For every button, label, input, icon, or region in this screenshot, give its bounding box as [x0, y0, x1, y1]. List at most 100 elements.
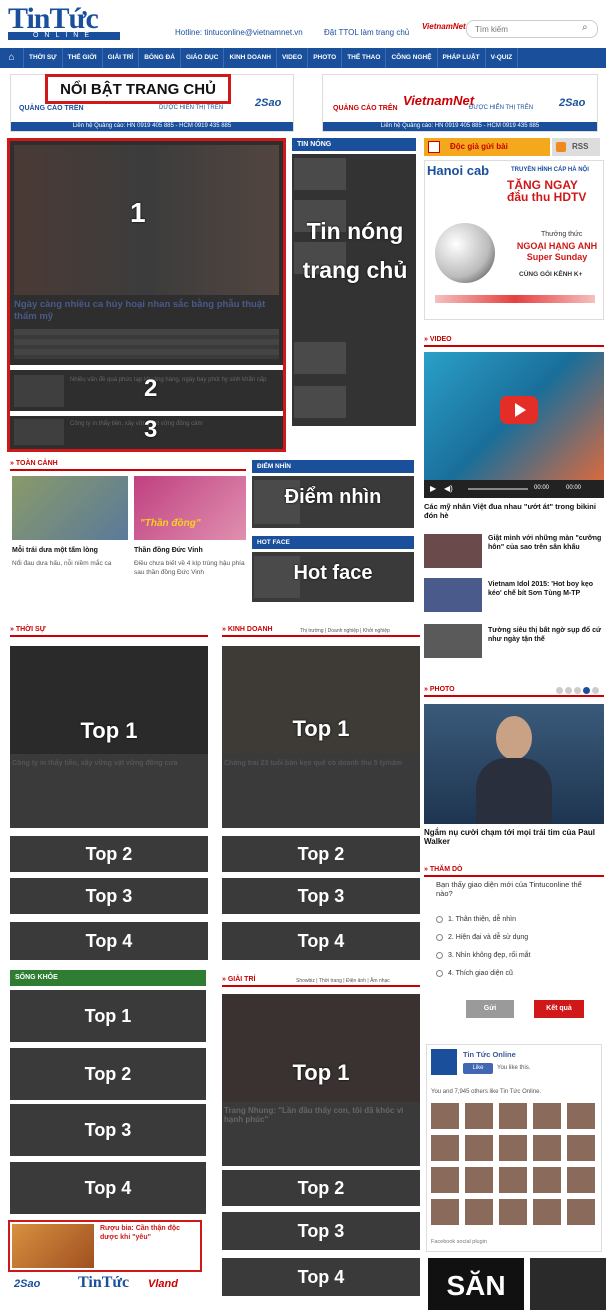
giaitri-top2[interactable]: Top 2 [222, 1170, 420, 1206]
fb-page-name[interactable]: Tin Tức Online [463, 1050, 516, 1059]
nav-item[interactable]: PHOTO [308, 48, 343, 68]
sub-headline-2[interactable]: Nhiều vấn đề quá phức tạp khoảng hàng, n… [70, 377, 280, 383]
related-thumb[interactable] [424, 624, 482, 658]
highlight-headline[interactable]: Ngày càng nhiều ca hủy hoại nhan sắc bằn… [14, 299, 279, 323]
radio-icon[interactable] [436, 969, 443, 977]
nav-item[interactable]: CÔNG NGHỆ [386, 48, 438, 68]
video-header[interactable]: » VIDEO [424, 336, 604, 347]
kinhdoanh-top4[interactable]: Top 4 [222, 922, 420, 960]
nav-item[interactable]: THẾ GIỚI [63, 48, 103, 68]
progress-bar[interactable] [468, 488, 528, 490]
photo-caption[interactable]: Ngắm nụ cười chạm tới mọi trái tim của P… [424, 828, 604, 846]
cab-advert[interactable]: Hanoi cab TRUYỀN HÌNH CÁP HÀ NỘI TẶNG NG… [424, 160, 604, 320]
related-link[interactable]: Giật mình với những màn "cưỡng hôn" của … [488, 534, 604, 552]
main-nav: ⌂ THỜI SỰ THẾ GIỚI GIẢI TRÍ BÓNG ĐÁ GIÁO… [0, 48, 606, 68]
poll-option[interactable]: 1. Thân thiện, dễ nhìn [436, 910, 598, 928]
photo-pager[interactable] [556, 687, 606, 695]
thoisu-top4[interactable]: Top 4 [10, 922, 208, 960]
nav-item[interactable]: VIDEO [277, 48, 309, 68]
thumb-2[interactable] [14, 375, 64, 407]
panorama-sub-1[interactable]: Nổi đau dưa hấu, nỗi niềm mắc ca [12, 559, 128, 568]
panorama-caption-1[interactable]: Mỗi trái dưa một tấm lòng [12, 546, 128, 555]
panorama-header-label: TOÀN CẢNH [15, 460, 58, 467]
hotline-text[interactable]: Hotline: tintuconline@vietnamnet.vn [175, 28, 303, 37]
nav-item[interactable]: V-QUIZ [486, 48, 519, 68]
nav-item[interactable]: THỂ THAO [342, 48, 387, 68]
video-caption[interactable]: Các mỹ nhân Việt đua nhau "ướt át" trong… [424, 502, 604, 520]
set-homepage-link[interactable]: Đặt TTOL làm trang chủ [324, 28, 409, 37]
nav-item[interactable]: KINH DOANH [224, 48, 277, 68]
hot-news-header[interactable]: TIN NÓNG [292, 138, 416, 151]
nav-item[interactable]: THỜI SỰ [24, 48, 63, 68]
panorama-caption-2[interactable]: Thần đồng Đức Vinh [134, 546, 246, 555]
kinhdoanh-subnav[interactable]: Thị trường | Doanh nghiệp | Khởi nghiệp [300, 628, 390, 634]
sub-headline-3[interactable]: Công ty in thẩy tiền, xây vững vật vững … [70, 421, 280, 427]
footer-logo-vland[interactable]: Vland [148, 1278, 178, 1290]
giaitri-top3[interactable]: Top 3 [222, 1212, 420, 1250]
video-controls[interactable]: ▶ ◀) 00:00 00:00 [424, 480, 604, 498]
result-button[interactable]: Kết quả [534, 1000, 584, 1018]
nav-item[interactable]: GIÁO DỤC [181, 48, 225, 68]
cab-text: CÙNG GÓI KÊNH K+ [519, 271, 583, 278]
vote-button[interactable]: Gửi [466, 1000, 514, 1018]
songkhoe-header[interactable]: SỐNG KHỎE [10, 970, 206, 986]
highlight-title: NỔI BẬT TRANG CHỦ [45, 74, 231, 104]
panorama-image-1[interactable] [12, 476, 128, 540]
related-link[interactable]: Tường siêu thị bất ngờ sụp đổ cứ như ngà… [488, 626, 604, 644]
hotface-header[interactable]: HOT FACE [252, 536, 414, 549]
thoisu-top3[interactable]: Top 3 [10, 878, 208, 914]
giaitri-top4[interactable]: Top 4 [222, 1258, 420, 1296]
related-thumb[interactable] [424, 534, 482, 568]
songkhoe-top2[interactable]: Top 2 [10, 1048, 206, 1100]
photo-image[interactable] [424, 704, 604, 824]
related-link[interactable]: Vietnam Idol 2015: 'Hot boy kẹo kéo' chế… [488, 580, 604, 598]
panorama-header[interactable]: » TOÀN CẢNH [10, 460, 246, 471]
panorama-sub-2[interactable]: Điều chưa biết về 4 kíp trùng hậu phía s… [134, 559, 246, 577]
search-input[interactable] [466, 20, 598, 38]
reader-submit-button[interactable]: Độc giả gửi bài [424, 138, 550, 156]
related-thumb[interactable] [424, 578, 482, 612]
nav-item[interactable]: PHÁP LUẬT [438, 48, 486, 68]
footer-logo-2sao[interactable]: 2Sao [14, 1278, 40, 1290]
songkhoe-top1[interactable]: Top 1 [10, 990, 206, 1042]
thumb-3[interactable] [14, 419, 64, 445]
cab-logo: Hanoi cab [427, 163, 490, 178]
songkhoe-top4[interactable]: Top 4 [10, 1162, 206, 1214]
fb-page-avatar[interactable] [431, 1049, 457, 1075]
songkhoe-last-item[interactable]: Rượu bia: Cần thận độc dược khi "yêu" [8, 1220, 202, 1272]
vietnamnet-logo[interactable]: VietnamNet [422, 22, 466, 38]
radio-icon[interactable] [436, 933, 443, 941]
search-icon[interactable]: ⌕ [582, 22, 596, 36]
fb-like-button[interactable]: Like [463, 1063, 493, 1074]
panorama-image-2[interactable]: "Thần đồng" [134, 476, 246, 540]
kinhdoanh-top1-label: Top 1 [292, 716, 350, 741]
label-1: 1 [130, 197, 146, 228]
home-icon[interactable]: ⌂ [0, 48, 24, 68]
kinhdoanh-top2[interactable]: Top 2 [222, 836, 420, 872]
poll-option[interactable]: 2. Hiện đại và dễ sử dụng [436, 928, 598, 946]
radio-icon[interactable] [436, 915, 443, 923]
thoisu-header[interactable]: » THỜI SỰ [10, 626, 208, 637]
radio-icon[interactable] [436, 951, 443, 959]
promo-banner[interactable]: SĂN [428, 1258, 524, 1310]
giaitri-subnav[interactable]: Showbiz | Thời trang | Điện ảnh | Âm nhạ… [296, 978, 390, 984]
highlight-summary [14, 329, 279, 359]
viewpoint-header[interactable]: ĐIỂM NHÌN [252, 460, 414, 473]
thoisu-top2[interactable]: Top 2 [10, 836, 208, 872]
nav-item[interactable]: BÓNG ĐÁ [139, 48, 181, 68]
football-image [435, 223, 495, 283]
poll-option[interactable]: 4. Thích giao diện cũ [436, 964, 598, 982]
site-logo[interactable]: TinTức ONLINE [8, 4, 138, 42]
songkhoe-top3[interactable]: Top 3 [10, 1104, 206, 1156]
footer-logo-tintuc[interactable]: TinTức [78, 1274, 129, 1292]
ad-banner-right[interactable]: QUẢNG CÁO TRÊN VietnamNet ĐƯỢC HIỂN THỊ … [322, 74, 598, 132]
highlight-main-image[interactable] [14, 145, 279, 295]
poll-option[interactable]: 3. Nhìn không đẹp, rối mắt [436, 946, 598, 964]
promo-banner-2[interactable] [530, 1258, 606, 1310]
play-small-icon[interactable]: ▶ [430, 484, 436, 493]
volume-icon[interactable]: ◀) [444, 484, 453, 493]
hot-news-list[interactable] [292, 154, 416, 426]
kinhdoanh-top3[interactable]: Top 3 [222, 878, 420, 914]
video-player[interactable] [424, 352, 604, 480]
nav-item[interactable]: GIẢI TRÍ [103, 48, 140, 68]
